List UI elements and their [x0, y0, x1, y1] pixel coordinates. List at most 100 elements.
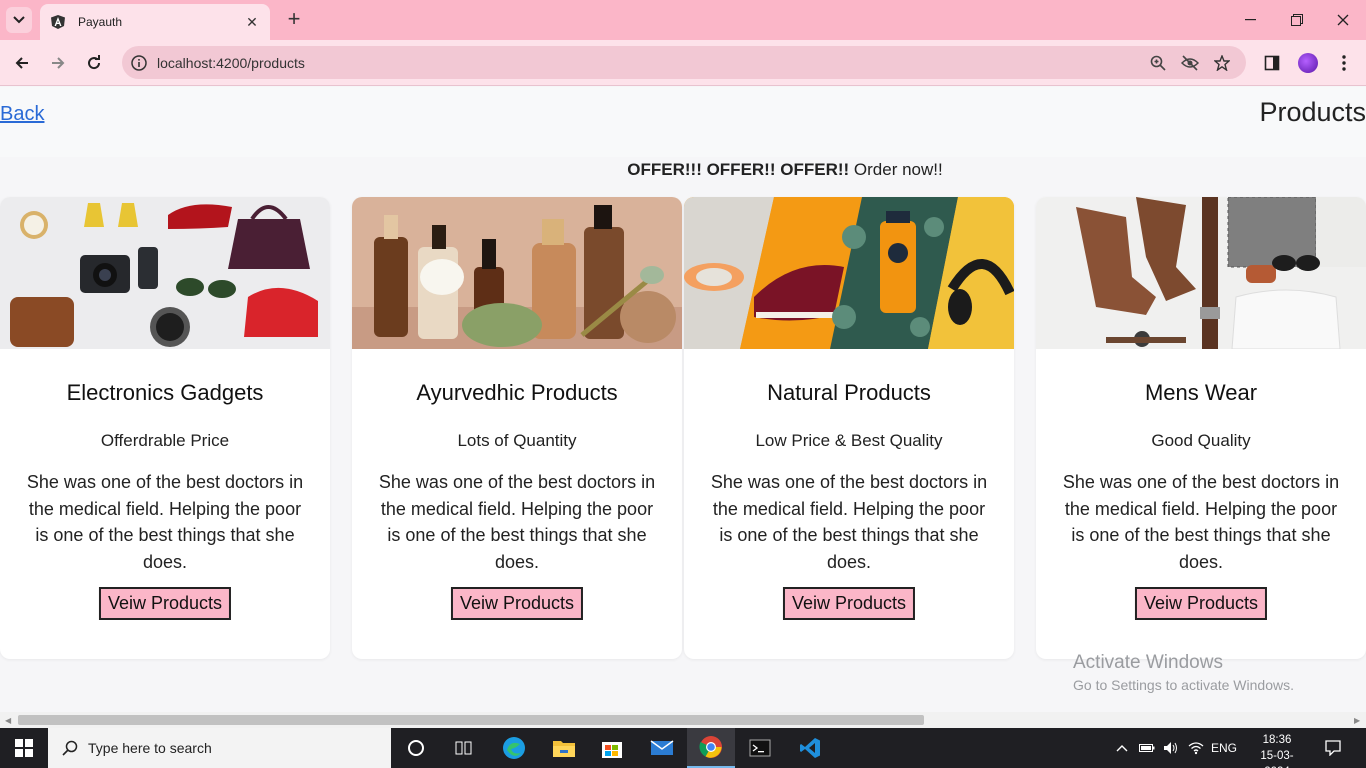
battery-icon[interactable]: [1136, 728, 1158, 768]
product-card-electronics: Electronics Gadgets Offerdrable Price Sh…: [0, 197, 330, 659]
tab-search-button[interactable]: [6, 7, 32, 33]
scrollbar-thumb[interactable]: [18, 715, 924, 725]
reload-icon: [88, 55, 101, 70]
card-description: She was one of the best doctors in the m…: [1062, 472, 1340, 572]
clock[interactable]: 18:36 15-03-2024: [1248, 732, 1306, 768]
card-subtitle: Lots of Quantity: [457, 431, 577, 450]
close-icon: [1337, 14, 1349, 26]
start-button[interactable]: [0, 728, 48, 768]
reload-button[interactable]: [80, 49, 108, 77]
restore-button[interactable]: [1274, 0, 1320, 40]
card-description: She was one of the best doctors in the m…: [710, 472, 988, 572]
card-title: Electronics Gadgets: [66, 380, 264, 405]
back-link[interactable]: Back: [0, 103, 44, 126]
card-title: Ayurvedhic Products: [416, 380, 618, 405]
mail-button[interactable]: [638, 728, 686, 768]
restore-icon: [1291, 14, 1303, 26]
wifi-icon[interactable]: [1184, 728, 1208, 768]
card-title: Mens Wear: [1144, 380, 1258, 405]
view-products-button[interactable]: Veiw Products: [1134, 587, 1268, 620]
arrow-left-icon: [15, 57, 28, 69]
address-bar[interactable]: localhost:4200/products: [122, 46, 1246, 79]
zoom-icon[interactable]: [1148, 53, 1168, 73]
card-description: She was one of the best doctors in the m…: [378, 472, 656, 572]
minimize-button[interactable]: [1228, 0, 1274, 40]
new-tab-button[interactable]: +: [282, 8, 306, 32]
windows-logo-icon: [15, 739, 33, 757]
page-title: Products: [1259, 97, 1366, 127]
minimize-icon: [1245, 19, 1256, 21]
store-icon: [602, 742, 622, 758]
horizontal-scrollbar[interactable]: ◀ ▶: [0, 712, 1366, 728]
task-view-icon: [455, 741, 472, 755]
page-header: Back Products: [0, 87, 1366, 157]
card-title: Natural Products: [767, 380, 931, 405]
search-icon: [62, 740, 78, 756]
terminal-button[interactable]: [736, 728, 784, 768]
menu-kebab-icon[interactable]: [1332, 51, 1356, 75]
natural-image: [684, 197, 1014, 349]
edge-icon: [503, 737, 525, 759]
card-subtitle: Low Price & Best Quality: [755, 431, 943, 450]
close-window-button[interactable]: [1320, 0, 1366, 40]
card-subtitle: Offerdrable Price: [100, 431, 230, 450]
product-card-ayurvedhic: Ayurvedhic Products Lots of Quantity She…: [352, 197, 682, 659]
angular-icon: [51, 15, 65, 29]
side-panel-icon[interactable]: [1260, 51, 1284, 75]
clock-time: 18:36: [1262, 734, 1292, 746]
scroll-right-icon[interactable]: ▶: [1354, 716, 1360, 725]
url-text: localhost:4200/products: [157, 55, 305, 71]
tab-close-icon[interactable]: ✕: [244, 14, 260, 31]
bookmark-star-icon[interactable]: [1212, 53, 1232, 73]
windows-taskbar: Type here to search ENG 18:36 15-03-: [0, 728, 1366, 768]
browser-tabbar: Payauth ✕ +: [0, 0, 1366, 40]
offer-text: Order now!!: [849, 160, 943, 179]
ayurvedhic-image: [352, 197, 682, 349]
taskbar-search-box[interactable]: Type here to search: [48, 728, 391, 768]
browser-toolbar: localhost:4200/products: [0, 40, 1366, 86]
avatar: [1298, 53, 1318, 73]
edge-button[interactable]: [490, 728, 538, 768]
eye-off-icon[interactable]: [1180, 53, 1200, 73]
scroll-left-icon[interactable]: ◀: [5, 716, 11, 725]
vscode-button[interactable]: [786, 728, 834, 768]
profile-avatar[interactable]: [1296, 51, 1320, 75]
product-card-natural: Natural Products Low Price & Best Qualit…: [684, 197, 1014, 659]
search-placeholder: Type here to search: [88, 740, 212, 756]
volume-icon[interactable]: [1160, 728, 1182, 768]
card-subtitle: Good Quality: [1151, 431, 1251, 450]
cortana-button[interactable]: [392, 728, 440, 768]
mens-wear-image: [1036, 197, 1366, 349]
view-products-button[interactable]: Veiw Products: [450, 587, 584, 620]
forward-nav-button[interactable]: [44, 49, 72, 77]
electronics-image: [0, 197, 330, 349]
site-info-icon[interactable]: [130, 54, 148, 72]
view-products-button[interactable]: Veiw Products: [782, 587, 916, 620]
chrome-button[interactable]: [687, 728, 735, 768]
clock-date: 15-03-2024: [1260, 750, 1294, 768]
file-explorer-button[interactable]: [540, 728, 588, 768]
cortana-icon: [408, 740, 424, 756]
folder-icon: [553, 741, 575, 757]
chrome-icon: [699, 736, 722, 758]
language-indicator[interactable]: ENG: [1208, 728, 1240, 768]
tray-overflow-icon[interactable]: [1112, 728, 1132, 768]
store-button[interactable]: [588, 728, 636, 768]
vscode-icon: [800, 738, 820, 758]
offer-bold-text: OFFER!!! OFFER!! OFFER!!: [627, 160, 850, 179]
back-nav-button[interactable]: [8, 49, 36, 77]
terminal-icon: [749, 739, 771, 757]
activate-windows-subtitle: Go to Settings to activate Windows.: [1073, 677, 1294, 693]
page-content: Back Products OFFER!!! OFFER!! OFFER!! O…: [0, 87, 1366, 712]
product-card-mens-wear: Mens Wear Good Quality She was one of th…: [1036, 197, 1366, 659]
tab-title: Payauth: [78, 15, 123, 29]
notifications-icon[interactable]: [1318, 728, 1348, 768]
task-view-button[interactable]: [440, 728, 488, 768]
chevron-down-icon: [13, 16, 25, 24]
mail-icon: [650, 740, 674, 755]
card-description: She was one of the best doctors in the m…: [26, 472, 304, 572]
view-products-button[interactable]: Veiw Products: [98, 587, 232, 620]
arrow-right-icon: [52, 57, 65, 69]
offer-banner: OFFER!!! OFFER!! OFFER!! Order now!!: [0, 160, 1366, 180]
browser-tab[interactable]: Payauth ✕: [40, 4, 270, 40]
